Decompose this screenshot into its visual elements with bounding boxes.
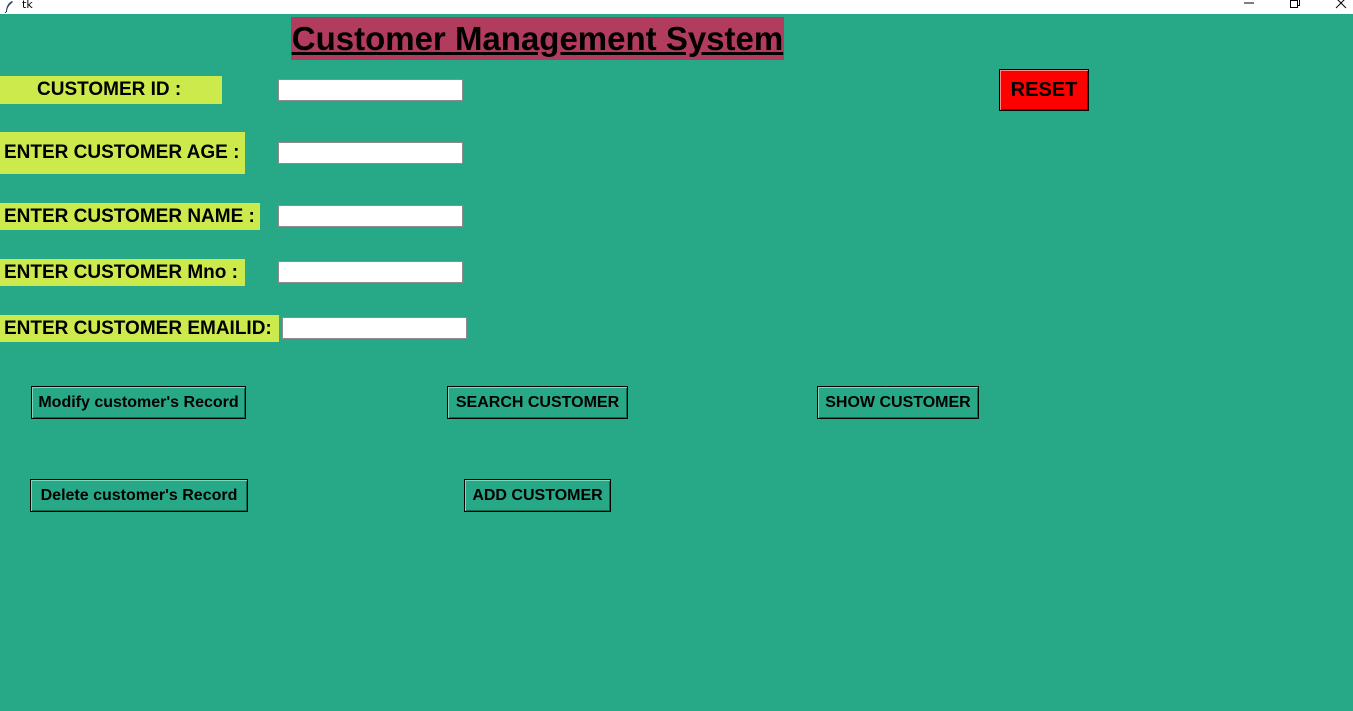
minimize-button[interactable] bbox=[1226, 0, 1272, 14]
restore-icon bbox=[1290, 0, 1300, 8]
window-title: tk bbox=[22, 0, 33, 11]
customer-age-label: ENTER CUSTOMER AGE : bbox=[0, 132, 245, 174]
customer-mno-label: ENTER CUSTOMER Mno : bbox=[0, 259, 245, 286]
customer-name-field[interactable] bbox=[278, 205, 463, 227]
reset-button[interactable]: RESET bbox=[999, 69, 1089, 111]
customer-email-label: ENTER CUSTOMER EMAILID: bbox=[0, 315, 279, 342]
customer-id-label: CUSTOMER ID : bbox=[0, 76, 222, 104]
window-titlebar: tk bbox=[0, 0, 1353, 14]
show-customer-button[interactable]: SHOW CUSTOMER bbox=[817, 386, 979, 419]
page-title: Customer Management System bbox=[291, 17, 784, 60]
customer-age-field[interactable] bbox=[278, 142, 463, 164]
customer-email-field[interactable] bbox=[282, 317, 467, 339]
close-button[interactable] bbox=[1318, 0, 1353, 14]
add-customer-button[interactable]: ADD CUSTOMER bbox=[464, 479, 611, 512]
modify-record-button[interactable]: Modify customer's Record bbox=[31, 386, 246, 419]
minimize-icon bbox=[1244, 2, 1254, 4]
search-customer-button[interactable]: SEARCH CUSTOMER bbox=[447, 386, 628, 419]
close-icon bbox=[1335, 0, 1347, 9]
maximize-button[interactable] bbox=[1272, 0, 1318, 14]
customer-mno-field[interactable] bbox=[278, 261, 463, 283]
delete-record-button[interactable]: Delete customer's Record bbox=[30, 479, 248, 512]
customer-id-field[interactable] bbox=[278, 79, 463, 101]
customer-name-label: ENTER CUSTOMER NAME : bbox=[0, 203, 260, 230]
feather-icon bbox=[4, 0, 14, 14]
